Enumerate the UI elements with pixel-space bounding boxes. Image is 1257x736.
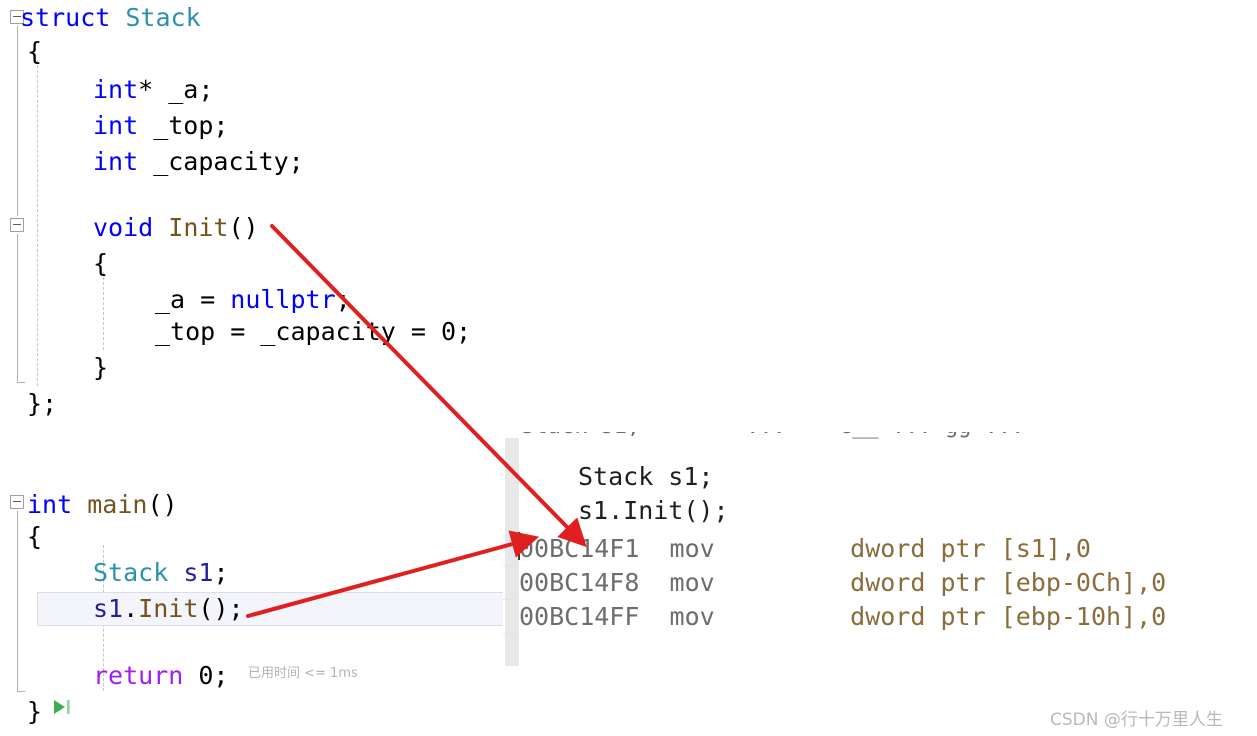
line-init-close-brace[interactable]: }: [0, 350, 108, 385]
code-token: void: [93, 213, 154, 242]
code-token: Init: [138, 594, 199, 623]
line-member-capacity[interactable]: int _capacity;: [0, 144, 304, 179]
line-init-open-brace[interactable]: {: [0, 246, 108, 281]
code-token: {: [27, 522, 43, 551]
code-token: };: [27, 389, 58, 418]
line-return-zero[interactable]: return 0;: [0, 658, 228, 693]
code-token: ;: [335, 285, 351, 314]
line-struct-open-brace[interactable]: {: [0, 34, 42, 69]
line-main-close-brace[interactable]: }: [0, 694, 42, 729]
code-token: {: [93, 249, 109, 278]
code-token: Stack: [93, 558, 169, 587]
instruction-address: 00BC14F8: [519, 568, 640, 597]
code-token: }: [27, 697, 43, 726]
code-token: _capacity;: [138, 147, 304, 176]
instruction-mnemonic: mov: [669, 602, 715, 631]
disasm-src-call: s1.Init();: [578, 496, 729, 525]
code-token: _top;: [138, 111, 229, 140]
code-token: nullptr: [230, 285, 336, 314]
code-token: (): [228, 213, 259, 242]
code-token: ;: [213, 558, 229, 587]
line-member-top[interactable]: int _top;: [0, 108, 228, 143]
disassembly-instruction-row[interactable]: 00BC14FF mov dword ptr [ebp-10h],0: [519, 600, 1166, 634]
instruction-mnemonic: mov: [669, 534, 715, 563]
code-token: int: [93, 75, 139, 104]
line-struct-close-brace[interactable]: };: [0, 386, 57, 421]
code-token: _top = _capacity = 0;: [155, 317, 472, 346]
line-assign-top-capacity[interactable]: _top = _capacity = 0;: [0, 314, 471, 349]
instruction-mnemonic: mov: [669, 568, 715, 597]
disassembly-row-separator: [503, 633, 519, 634]
disassembly-instruction-row[interactable]: 00BC14F8 mov dword ptr [ebp-0Ch],0: [519, 566, 1166, 600]
code-token: main: [87, 490, 148, 519]
code-token: (): [147, 490, 178, 519]
csdn-watermark: CSDN @行十万里人生: [1050, 710, 1223, 730]
text-caret: [518, 532, 520, 560]
code-token: int: [93, 111, 139, 140]
instruction-gap: [639, 602, 669, 631]
disassembly-margin-strip[interactable]: [505, 438, 519, 666]
code-token: _a =: [155, 285, 231, 314]
run-to-click-icon[interactable]: [52, 697, 72, 717]
code-token: }: [93, 353, 109, 382]
instruction-operands: dword ptr [ebp-0Ch],0: [850, 568, 1167, 597]
line-assign-a-nullptr[interactable]: _a = nullptr;: [0, 282, 351, 317]
code-token: return: [93, 661, 184, 690]
instruction-address: 00BC14FF: [519, 602, 640, 631]
elapsed-time-perftip: 已用时间 <= 1ms: [248, 666, 358, 681]
line-call-s1-init[interactable]: s1.Init();: [0, 591, 244, 626]
code-token: s1: [183, 558, 214, 587]
line-struct-stack[interactable]: struct Stack: [0, 0, 201, 35]
instruction-gap: [715, 568, 850, 597]
line-int-main[interactable]: int main(): [0, 487, 178, 522]
instruction-gap: [639, 568, 669, 597]
line-decl-stack-s1[interactable]: Stack s1;: [0, 555, 229, 590]
instruction-gap: [715, 534, 850, 563]
code-token: 0;: [183, 661, 229, 690]
code-token: Stack: [125, 3, 201, 32]
line-main-open-brace[interactable]: {: [0, 519, 42, 554]
disassembly-row-separator: [503, 565, 519, 566]
line-init-signature[interactable]: void Init(): [0, 210, 259, 245]
instruction-operands: dword ptr [s1],0: [850, 534, 1091, 563]
disassembly-clipped-row: Stack s1; ... c__ ... gg ...: [503, 432, 1257, 448]
code-token: Init: [168, 213, 229, 242]
code-token: * _a;: [138, 75, 214, 104]
code-token: .: [123, 594, 139, 623]
code-token: int: [93, 147, 139, 176]
disassembly-clipped-text: Stack s1; ... c__ ... gg ...: [521, 432, 1024, 439]
code-token: ();: [198, 594, 244, 623]
instruction-address: 00BC14F1: [519, 534, 640, 563]
disassembly-row-separator: [503, 599, 519, 600]
code-editor-surface[interactable]: struct Stack{int* _a; int _top; int _capac…: [0, 0, 1257, 736]
code-token: struct: [20, 3, 126, 32]
code-token: int: [27, 490, 73, 519]
code-token: {: [27, 37, 43, 66]
instruction-operands: dword ptr [ebp-10h],0: [850, 602, 1167, 631]
code-token: s1: [93, 594, 124, 623]
disasm-src-decl: Stack s1;: [578, 462, 714, 491]
instruction-gap: [639, 534, 669, 563]
line-member-a[interactable]: int* _a;: [0, 72, 213, 107]
disassembly-instruction-row[interactable]: 00BC14F1 mov dword ptr [s1],0: [519, 532, 1091, 566]
instruction-gap: [715, 602, 850, 631]
